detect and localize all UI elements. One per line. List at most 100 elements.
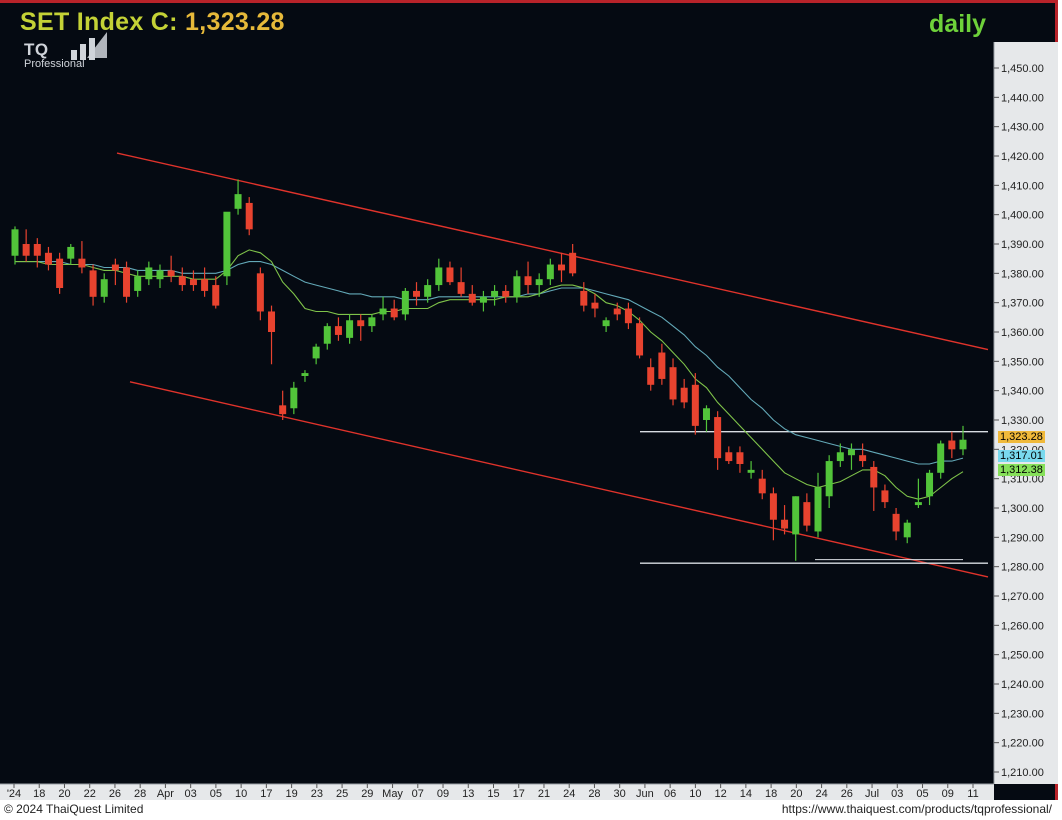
x-tick-label: 24 <box>563 788 575 800</box>
candle-up <box>914 502 922 506</box>
x-tick-label: 26 <box>841 788 853 800</box>
candle-down <box>781 519 789 529</box>
candle-up <box>513 276 521 297</box>
x-tick-label: 25 <box>336 788 348 800</box>
candle-down <box>44 252 52 265</box>
candle-down <box>647 367 655 385</box>
candle-down <box>591 302 599 309</box>
candle-down <box>268 311 276 332</box>
y-tick-label: 1,330.00 <box>1001 415 1044 427</box>
x-tick-label: 19 <box>285 788 297 800</box>
x-tick-label: 14 <box>740 788 752 800</box>
x-tick-label: 21 <box>538 788 550 800</box>
x-tick-label: Jul <box>865 788 879 800</box>
candle-down <box>580 290 588 306</box>
candle-down <box>390 308 398 318</box>
lower-channel-line <box>129 381 989 578</box>
candle-down <box>334 326 342 335</box>
candle-up <box>479 296 487 303</box>
logo-bars-icon <box>71 32 107 60</box>
candle-down <box>691 384 699 426</box>
candle-up <box>937 443 945 473</box>
candle-up <box>323 326 331 344</box>
candle-up <box>825 461 833 497</box>
candle-down <box>457 282 465 294</box>
candle-down <box>357 320 365 327</box>
y-tick-label: 1,230.00 <box>1001 708 1044 720</box>
x-tick-label: 18 <box>765 788 777 800</box>
x-tick-label: 03 <box>185 788 197 800</box>
x-tick-label: 03 <box>891 788 903 800</box>
title-value: 1,323.28 <box>185 8 285 36</box>
candle-down <box>859 455 867 462</box>
x-tick-label: 18 <box>33 788 45 800</box>
x-tick-label: '24 <box>7 788 21 800</box>
x-tick-label: 10 <box>235 788 247 800</box>
candle-down <box>524 276 532 286</box>
candle-up <box>346 320 354 338</box>
candle-up <box>491 290 499 297</box>
candle-up <box>535 279 543 286</box>
x-tick-label: 24 <box>815 788 827 800</box>
x-tick-label: 12 <box>715 788 727 800</box>
candle-down <box>111 264 119 271</box>
candle-up <box>234 194 242 209</box>
candle-up <box>301 373 309 376</box>
candlestick-chart[interactable]: 1,450.00 1,440.00 1,430.00 1,420.00 1,410.00… <box>0 0 1062 800</box>
x-tick-label: 17 <box>513 788 525 800</box>
brand-logo: TQ Professional <box>24 32 107 70</box>
candle-down <box>948 440 956 450</box>
x-tick-label: 17 <box>260 788 272 800</box>
close-price-badge: 1,323.28 <box>998 431 1045 443</box>
candle-down <box>613 308 621 315</box>
copyright-text: © 2024 ThaiQuest Limited <box>4 802 144 816</box>
candle-down <box>758 478 766 494</box>
y-tick-label: 1,220.00 <box>1001 738 1044 750</box>
candle-down <box>413 290 421 297</box>
candle-down <box>89 270 97 297</box>
candle-down <box>680 387 688 403</box>
x-tick-label: 15 <box>487 788 499 800</box>
candle-up <box>134 276 142 291</box>
period-label: daily <box>929 10 986 38</box>
y-tick-label: 1,390.00 <box>1001 239 1044 251</box>
x-tick-label: 05 <box>916 788 928 800</box>
candle-up <box>424 285 432 297</box>
source-url[interactable]: https://www.thaiquest.com/products/tqpro… <box>782 802 1052 816</box>
candle-up <box>959 439 967 450</box>
candle-down <box>189 279 197 286</box>
x-tick-label: 05 <box>210 788 222 800</box>
candle-up <box>11 229 19 256</box>
x-tick-label: 20 <box>790 788 802 800</box>
candle-down <box>769 493 777 520</box>
candle-up <box>836 452 844 462</box>
x-tick-label: 09 <box>437 788 449 800</box>
x-tick-label: 26 <box>109 788 121 800</box>
candle-down <box>167 270 175 277</box>
candle-up <box>814 487 822 532</box>
candle-down <box>178 276 186 286</box>
candle-down <box>22 244 30 256</box>
y-tick-label: 1,440.00 <box>1001 92 1044 104</box>
chart-window: 1,450.00 1,440.00 1,430.00 1,420.00 1,410.00… <box>0 0 1062 820</box>
y-tick-label: 1,340.00 <box>1001 386 1044 398</box>
x-tick-label: 09 <box>942 788 954 800</box>
candle-up <box>401 290 409 315</box>
candle-up <box>602 320 610 327</box>
y-tick-label: 1,370.00 <box>1001 298 1044 310</box>
chart-title: SET Index C: 1,323.28 <box>20 8 285 37</box>
x-tick-label: 06 <box>664 788 676 800</box>
x-tick-label: Apr <box>157 788 174 800</box>
ma-long-line <box>15 261 964 465</box>
candle-up <box>903 522 911 538</box>
candle-down <box>56 258 64 288</box>
x-tick-label: Jun <box>636 788 654 800</box>
candle-up <box>223 211 231 277</box>
candle-up <box>379 308 387 315</box>
candle-down <box>78 258 86 268</box>
ma-long-badge: 1,317.01 <box>998 450 1045 462</box>
candle-down <box>123 267 131 297</box>
candle-down <box>245 202 253 230</box>
candle-up <box>702 408 710 420</box>
candle-up <box>792 496 800 535</box>
